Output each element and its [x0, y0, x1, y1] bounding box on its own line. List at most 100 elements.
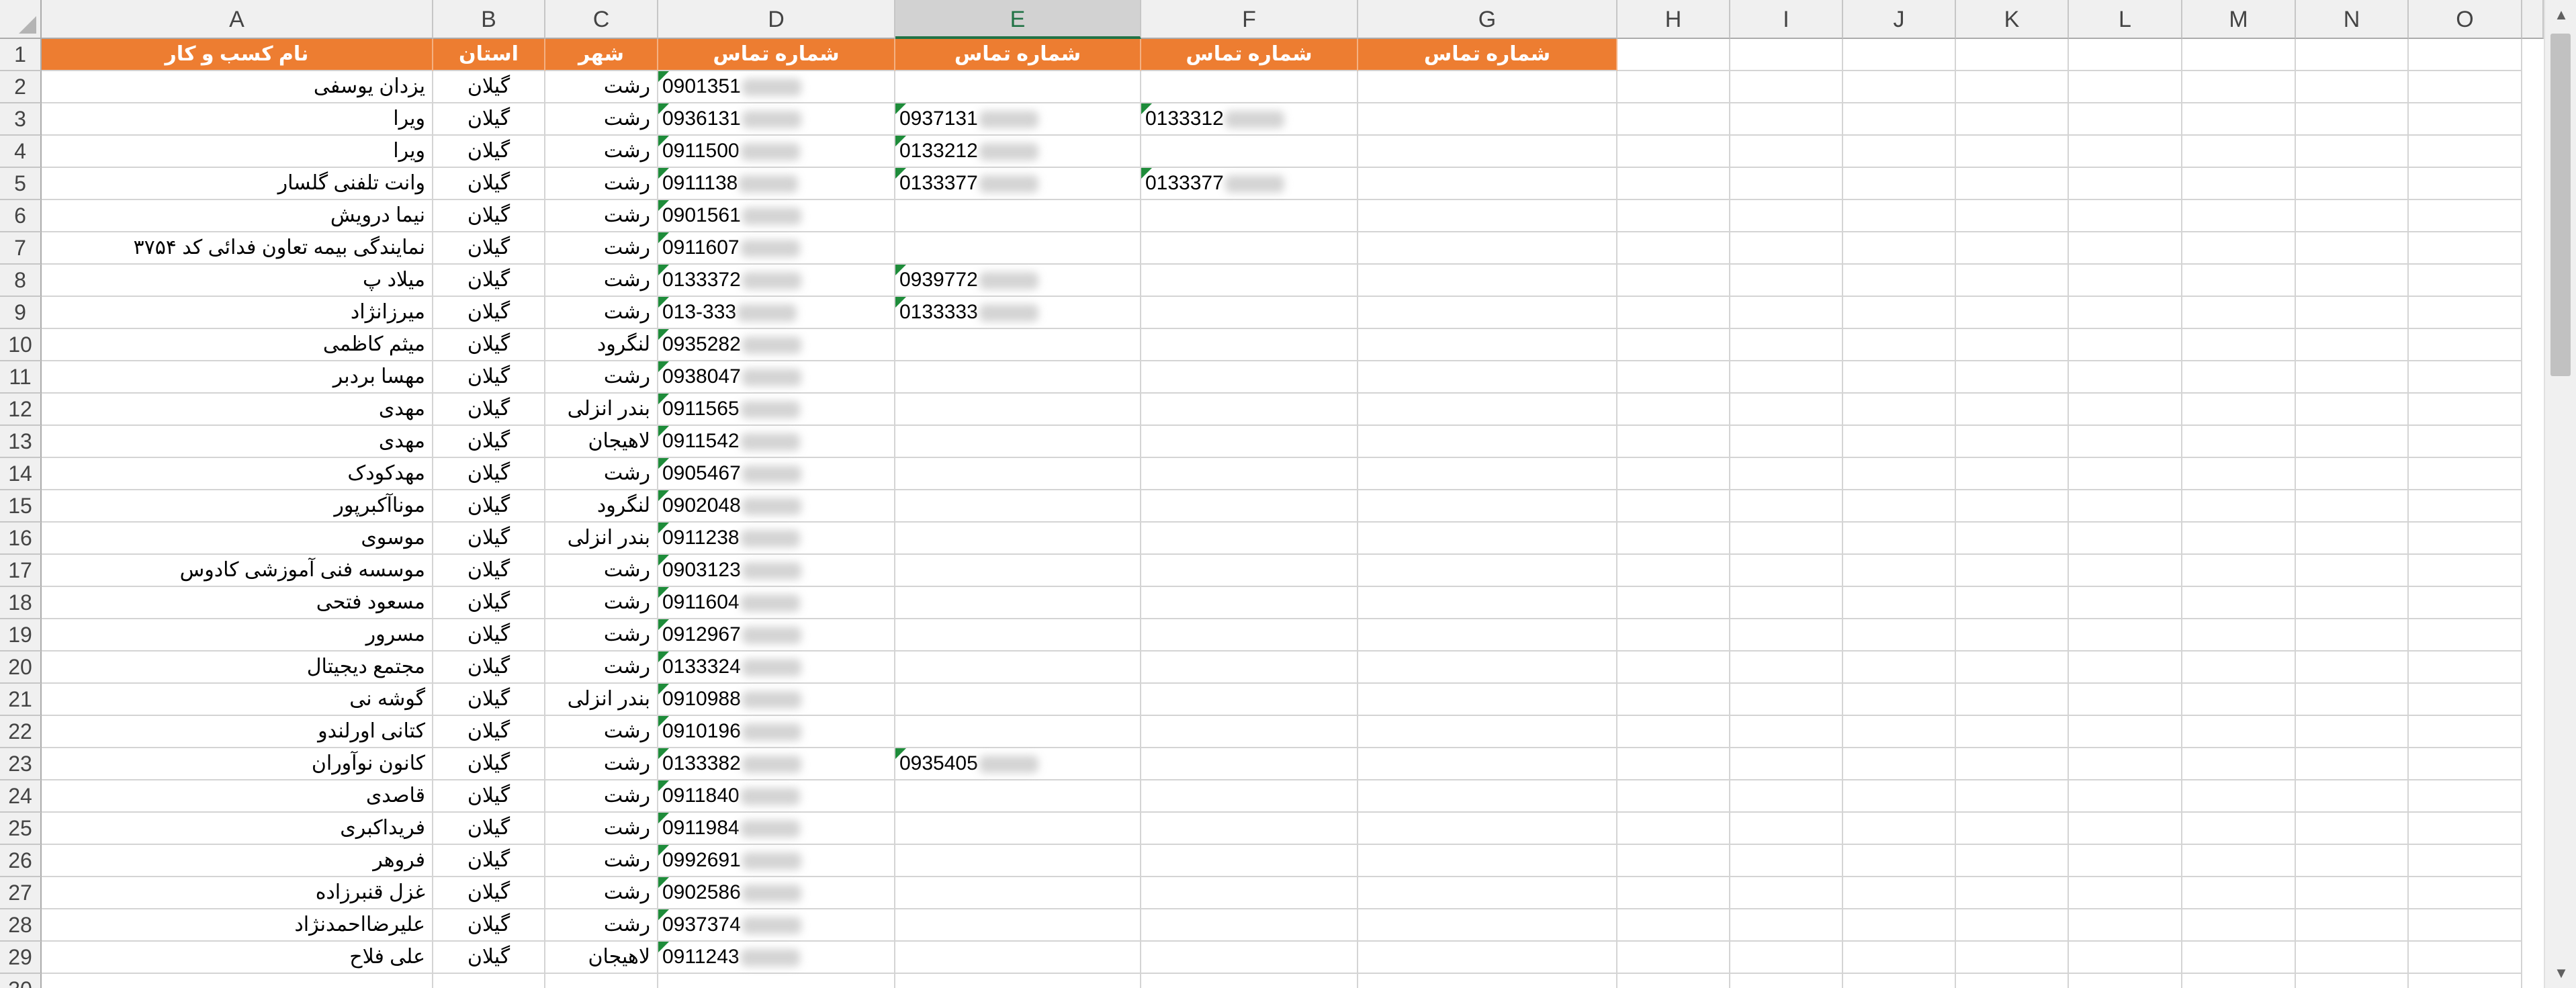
grid-cell[interactable] [2182, 265, 2296, 297]
cell-business-name[interactable]: مسعود فتحی [42, 587, 433, 619]
grid-cell[interactable] [2409, 458, 2522, 490]
column-header-n[interactable]: N [2296, 0, 2409, 39]
grid-cell[interactable] [1730, 523, 1843, 555]
cell-province[interactable]: گیلان [433, 329, 545, 361]
grid-cell[interactable] [1358, 716, 1617, 748]
cell-phone-e[interactable] [895, 716, 1141, 748]
grid-cell[interactable] [1843, 748, 1956, 780]
grid-cell[interactable] [2296, 942, 2409, 974]
cell-phone-d[interactable]: 0901561 [658, 200, 895, 232]
cell-phone-f[interactable] [1141, 200, 1358, 232]
grid-cell[interactable] [2296, 716, 2409, 748]
grid-cell[interactable] [1956, 426, 2069, 458]
grid-cell[interactable] [2182, 909, 2296, 942]
cell-business-name[interactable]: مهدکودک [42, 458, 433, 490]
grid-cell[interactable] [2296, 297, 2409, 329]
grid-cell[interactable] [2069, 232, 2182, 265]
grid-cell[interactable] [2069, 200, 2182, 232]
column-header-h[interactable]: H [1617, 0, 1730, 39]
cell-phone-d[interactable]: 0911138 [658, 168, 895, 200]
cell-business-name[interactable]: فریداکبری [42, 813, 433, 845]
grid-cell[interactable] [1956, 39, 2069, 71]
cell-business-name[interactable]: مهدی [42, 426, 433, 458]
cell-business-name[interactable]: ویرا [42, 103, 433, 136]
column-header-a[interactable]: A [42, 0, 433, 39]
cell-phone-f[interactable] [1141, 684, 1358, 716]
cell-phone-f[interactable] [1141, 136, 1358, 168]
grid-cell[interactable] [1956, 587, 2069, 619]
grid-cell[interactable] [1956, 136, 2069, 168]
column-header-g[interactable]: G [1358, 0, 1617, 39]
grid-cell[interactable] [2409, 748, 2522, 780]
row-header[interactable]: 29 [0, 942, 42, 974]
grid-cell[interactable] [1617, 619, 1730, 652]
cell-phone-f[interactable] [1141, 297, 1358, 329]
cell-business-name[interactable]: مسرور [42, 619, 433, 652]
grid-cell[interactable] [1843, 71, 1956, 103]
cell-province[interactable]: گیلان [433, 780, 545, 813]
grid-cell[interactable] [1730, 458, 1843, 490]
grid-cell[interactable] [1843, 652, 1956, 684]
grid-cell[interactable] [1730, 845, 1843, 877]
cell-phone-d[interactable]: 0936131 [658, 103, 895, 136]
grid-cell[interactable] [1617, 716, 1730, 748]
cell-phone-d[interactable]: 0911565 [658, 394, 895, 426]
cell-business-name[interactable]: فروهر [42, 845, 433, 877]
grid-cell[interactable] [2296, 780, 2409, 813]
grid-cell[interactable] [1358, 265, 1617, 297]
cell-phone-f[interactable] [1141, 780, 1358, 813]
grid-cell[interactable] [1956, 265, 2069, 297]
vertical-scrollbar[interactable]: ▲ ▼ [2544, 0, 2576, 988]
grid-cell[interactable] [1358, 877, 1617, 909]
grid-cell[interactable] [2182, 587, 2296, 619]
column-header-l[interactable]: L [2069, 0, 2182, 39]
cell-phone-e[interactable] [895, 877, 1141, 909]
grid-cell[interactable] [1617, 394, 1730, 426]
grid-cell[interactable] [2069, 394, 2182, 426]
row-header[interactable]: 20 [0, 652, 42, 684]
grid-cell[interactable] [2296, 974, 2409, 988]
grid-cell[interactable] [2409, 200, 2522, 232]
grid-cell[interactable] [2069, 845, 2182, 877]
grid-cell[interactable] [1358, 684, 1617, 716]
grid-cell[interactable] [1956, 684, 2069, 716]
grid-cell[interactable] [1956, 71, 2069, 103]
grid-cell[interactable] [1617, 458, 1730, 490]
grid-cell[interactable] [2182, 168, 2296, 200]
grid-cell[interactable] [1730, 39, 1843, 71]
row-header[interactable]: 18 [0, 587, 42, 619]
cell-city[interactable]: رشت [545, 555, 658, 587]
grid-cell[interactable] [2182, 652, 2296, 684]
grid-cell[interactable] [2069, 974, 2182, 988]
cell-phone-e[interactable]: 0937131 [895, 103, 1141, 136]
column-header-b[interactable]: B [433, 0, 545, 39]
grid-cell[interactable] [2296, 652, 2409, 684]
row-header[interactable]: 22 [0, 716, 42, 748]
grid-cell[interactable] [1730, 877, 1843, 909]
cell-city[interactable]: بندر انزلی [545, 394, 658, 426]
cell-province[interactable]: گیلان [433, 684, 545, 716]
cell-business-name[interactable]: وانت تلفنی گلسار [42, 168, 433, 200]
grid-cell[interactable] [1956, 619, 2069, 652]
cell-phone-e[interactable] [895, 329, 1141, 361]
grid-cell[interactable] [1617, 813, 1730, 845]
cell-phone-e[interactable] [895, 942, 1141, 974]
grid-cell[interactable] [1358, 136, 1617, 168]
grid-cell[interactable] [1358, 845, 1617, 877]
grid-cell[interactable] [2296, 877, 2409, 909]
grid-cell[interactable] [1730, 748, 1843, 780]
column-header-k[interactable]: K [1956, 0, 2069, 39]
grid-cell[interactable] [2296, 232, 2409, 265]
grid-cell[interactable] [2069, 490, 2182, 523]
cell-business-name[interactable]: میثم کاظمی [42, 329, 433, 361]
grid-cell[interactable] [1843, 619, 1956, 652]
cell-business-name[interactable]: موسسه فنی آموزشی کادوس [42, 555, 433, 587]
grid-cell[interactable] [2296, 329, 2409, 361]
cell-city[interactable]: رشت [545, 587, 658, 619]
row-header[interactable]: 24 [0, 780, 42, 813]
grid-cell[interactable] [2409, 780, 2522, 813]
cell-province[interactable]: گیلان [433, 877, 545, 909]
cell-city[interactable]: بندر انزلی [545, 523, 658, 555]
grid-cell[interactable] [2069, 716, 2182, 748]
grid-cell[interactable] [1843, 136, 1956, 168]
